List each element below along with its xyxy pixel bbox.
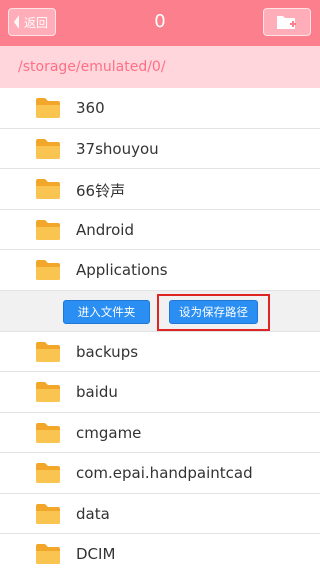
folder-name: Applications — [76, 261, 168, 279]
top-bar: 返回 0 — [0, 0, 320, 46]
folder-name: 66铃声 — [76, 182, 126, 200]
folder-name: baidu — [76, 383, 118, 401]
folder-name: backups — [76, 342, 139, 361]
back-button[interactable]: 返回 — [8, 8, 56, 36]
folder-row[interactable]: backups — [0, 332, 320, 372]
enter-folder-button[interactable]: 进入文件夹 — [63, 299, 150, 324]
folder-icon — [36, 422, 60, 443]
folder-icon — [36, 341, 60, 362]
folder-row[interactable]: Android — [0, 210, 320, 250]
back-button-label: 返回 — [23, 15, 48, 30]
highlight-box — [157, 293, 270, 331]
folder-name: data — [76, 504, 110, 523]
folder-icon — [36, 260, 60, 280]
folder-row[interactable]: 66铃声 — [0, 169, 320, 210]
folder-row[interactable]: cmgame — [0, 413, 320, 453]
folder-row[interactable]: DCIM — [0, 534, 320, 569]
folder-icon — [36, 503, 60, 524]
folder-icon — [36, 219, 60, 240]
folder-name: DCIM — [76, 545, 116, 563]
folder-icon — [36, 544, 60, 564]
folder-name: 360 — [76, 99, 105, 117]
folder-name: com.epai.handpaintcad — [76, 464, 253, 482]
folder-row[interactable]: com.epai.handpaintcad — [0, 453, 320, 494]
new-folder-icon — [277, 16, 296, 29]
folder-name: 37shouyou — [76, 139, 159, 158]
folder-row[interactable]: Applications — [0, 250, 320, 291]
folder-icon — [36, 179, 60, 199]
folder-action-bar: 进入文件夹 设为保存路径 — [0, 290, 320, 332]
folder-icon — [36, 382, 60, 402]
folder-row[interactable]: data — [0, 494, 320, 534]
folder-name: cmgame — [76, 423, 142, 442]
current-path: /storage/emulated/0/ — [0, 46, 320, 88]
folder-icon — [36, 98, 60, 118]
folder-name: Android — [76, 220, 134, 239]
new-folder-button[interactable] — [263, 8, 311, 36]
folder-icon — [36, 463, 60, 483]
folder-row[interactable]: baidu — [0, 372, 320, 413]
back-arrow-icon — [14, 15, 19, 29]
folder-row[interactable]: 360 — [0, 88, 320, 129]
folder-row[interactable]: 37shouyou — [0, 129, 320, 169]
folder-list: 360 37shouyou 66铃声 Android Applications 进入文件… — [0, 88, 320, 569]
folder-icon — [36, 138, 60, 159]
page-title: 0 — [154, 11, 166, 32]
